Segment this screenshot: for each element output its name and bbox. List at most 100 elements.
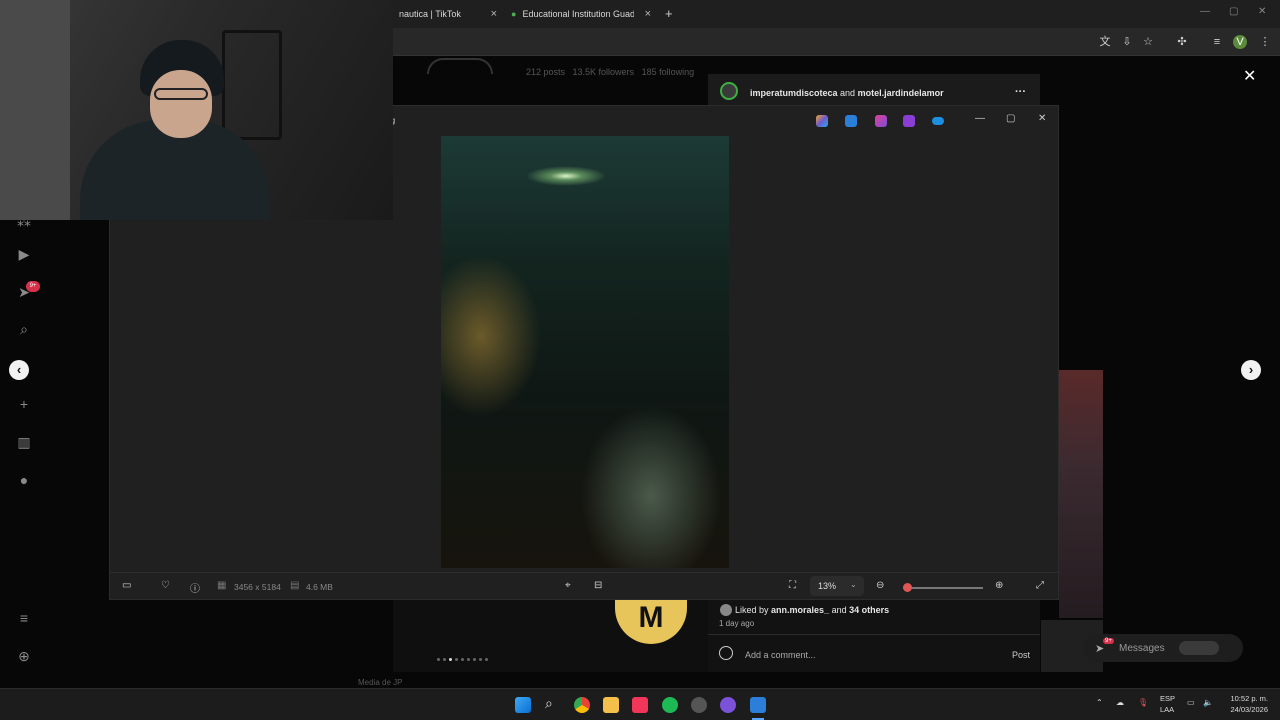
paint-icon[interactable] <box>875 115 887 127</box>
carousel-dot <box>443 658 446 661</box>
person-glasses <box>154 88 208 100</box>
notifications-badge: 9+ <box>26 281 40 292</box>
visual-search-icon[interactable]: ⌖ <box>565 580 571 591</box>
install-app-icon[interactable]: ⇩ <box>1120 35 1134 49</box>
liker-name[interactable]: ann.morales_ <box>771 605 829 615</box>
post-footer: Liked by ann.morales_ and 34 others 1 da… <box>708 600 1040 672</box>
minimize-viewer-button[interactable]: — <box>975 113 985 124</box>
divider <box>708 634 1040 635</box>
zoom-out-icon[interactable]: ⊖ <box>876 580 884 591</box>
clock-time[interactable]: 10:52 p. m. <box>1226 694 1268 703</box>
zoom-in-icon[interactable]: ⊕ <box>995 580 1003 591</box>
comment-input[interactable]: Add a comment... <box>745 650 816 660</box>
photos-app-icon[interactable] <box>750 697 766 713</box>
microphone-icon[interactable]: 🎙 <box>1138 698 1148 707</box>
windows-taskbar: ⌕ ⌃ ☁ 🎙 ESP LAA ▭ 🔈 10:52 p. m. 24/03/20… <box>0 688 1280 720</box>
next-post-button[interactable]: › <box>1241 360 1261 380</box>
carousel-dots <box>437 658 488 661</box>
language-bottom[interactable]: LAA <box>1160 705 1174 714</box>
map-pin-icon: ● <box>511 9 517 19</box>
close-tab-icon[interactable]: × <box>491 8 497 20</box>
browser-menu-icon[interactable]: ⋮ <box>1258 35 1272 49</box>
file-info-icon[interactable]: ⓘ <box>190 580 200 595</box>
volume-icon[interactable]: 🔈 <box>1203 698 1213 707</box>
create-icon[interactable]: + <box>16 396 32 412</box>
viewer-photo[interactable] <box>441 136 729 568</box>
reels-icon[interactable]: ▶ <box>16 246 32 262</box>
media-control-icon[interactable]: ≡ <box>1210 35 1224 49</box>
profile-avatar <box>427 58 493 74</box>
maximize-window-button[interactable]: ▢ <box>1229 6 1238 17</box>
message-avatars <box>1179 641 1219 655</box>
more-menu-icon[interactable]: ≡ <box>16 610 32 626</box>
dashboard-icon[interactable]: ▥ <box>16 434 32 450</box>
new-tab-button[interactable]: + <box>665 6 673 21</box>
onedrive-icon[interactable] <box>932 117 944 125</box>
taskbar-search-icon[interactable]: ⌕ <box>545 695 553 712</box>
obs-icon[interactable] <box>720 697 736 713</box>
file-explorer-icon[interactable] <box>603 697 619 713</box>
messages-icon: ➤ <box>1095 643 1105 655</box>
liked-by-joiner: and <box>831 605 847 615</box>
close-window-button[interactable]: ✕ <box>1258 6 1266 17</box>
filmstrip-icon[interactable]: ▭ <box>122 580 131 591</box>
joiner-text: and <box>840 88 856 98</box>
minimize-window-button[interactable]: — <box>1200 6 1210 17</box>
more-options-button[interactable]: ··· <box>1015 86 1026 98</box>
edit-image-icon[interactable] <box>845 115 857 127</box>
post-comment-button[interactable]: Post <box>1012 650 1030 660</box>
meta-apps-icon[interactable]: ⊕ <box>16 648 32 664</box>
zoom-dropdown[interactable]: 13% ⌄ <box>810 576 864 596</box>
carousel-dot <box>485 658 488 661</box>
close-tab-icon[interactable]: × <box>645 8 651 20</box>
bookmark-star-icon[interactable]: ☆ <box>1141 35 1155 49</box>
start-button-icon[interactable] <box>515 697 531 713</box>
extensions-icon[interactable]: ✣ <box>1175 35 1189 49</box>
language-top[interactable]: ESP <box>1160 694 1175 703</box>
messages-label: Messages <box>1119 643 1165 654</box>
translate-icon[interactable]: 文 <box>1098 35 1112 49</box>
messages-badge: 9+ <box>1103 638 1114 644</box>
maximize-viewer-button[interactable]: ▢ <box>1006 113 1015 124</box>
adjacent-post-image <box>1059 370 1103 618</box>
copilot-icon[interactable] <box>816 115 828 127</box>
carousel-dot <box>455 658 458 661</box>
clipchamp-icon[interactable] <box>903 115 915 127</box>
liked-by-others[interactable]: 34 others <box>849 605 889 615</box>
zoom-slider-track[interactable] <box>903 587 983 589</box>
close-viewer-button[interactable]: ✕ <box>1038 113 1046 124</box>
close-post-icon[interactable]: ✕ <box>1243 66 1256 86</box>
file-size: 4.6 MB <box>306 582 333 592</box>
person-face <box>150 70 212 138</box>
full-screen-icon[interactable]: ⤢ <box>1036 580 1044 591</box>
tab-tiktok[interactable]: nautica | TikTok × <box>393 4 503 24</box>
chevron-down-icon: ⌄ <box>850 580 857 589</box>
tray-app-icon[interactable]: ☁ <box>1116 698 1124 707</box>
filesize-icon: ▤ <box>290 580 300 591</box>
image-dimensions: 3456 x 5184 <box>234 582 281 592</box>
network-icon[interactable]: ▭ <box>1187 698 1195 707</box>
collab-account-name[interactable]: motel.jardindelamor <box>858 88 944 98</box>
music-app-icon[interactable] <box>632 697 648 713</box>
messages-pill[interactable]: ➤ 9+ Messages <box>1083 634 1243 662</box>
tray-overflow-icon[interactable]: ⌃ <box>1096 698 1103 707</box>
account-name[interactable]: imperatumdiscoteca <box>750 88 838 98</box>
emoji-icon[interactable] <box>719 646 733 660</box>
chatgpt-icon[interactable] <box>691 697 707 713</box>
post-image-bottom: M <box>393 600 708 672</box>
zoom-slider-thumb[interactable] <box>903 583 912 592</box>
post-time: 1 day ago <box>719 619 755 628</box>
tab-maps[interactable]: ● Educational Institution Guadal... × <box>505 4 657 24</box>
wall-background <box>0 0 70 220</box>
fit-to-window-icon[interactable]: ⛶ <box>789 580 796 591</box>
favorite-heart-icon[interactable]: ♡ <box>161 580 170 591</box>
extract-text-icon[interactable]: ⊟ <box>594 580 602 591</box>
avatar[interactable] <box>720 82 738 100</box>
clock-date[interactable]: 24/03/2026 <box>1226 705 1268 714</box>
search-icon[interactable]: ⌕ <box>16 321 32 337</box>
chrome-icon[interactable] <box>574 697 590 713</box>
previous-post-button[interactable]: ‹ <box>9 360 29 380</box>
spotify-icon[interactable] <box>662 697 678 713</box>
threads-icon[interactable]: ● <box>16 472 32 488</box>
profile-avatar-icon[interactable]: V <box>1233 35 1247 49</box>
